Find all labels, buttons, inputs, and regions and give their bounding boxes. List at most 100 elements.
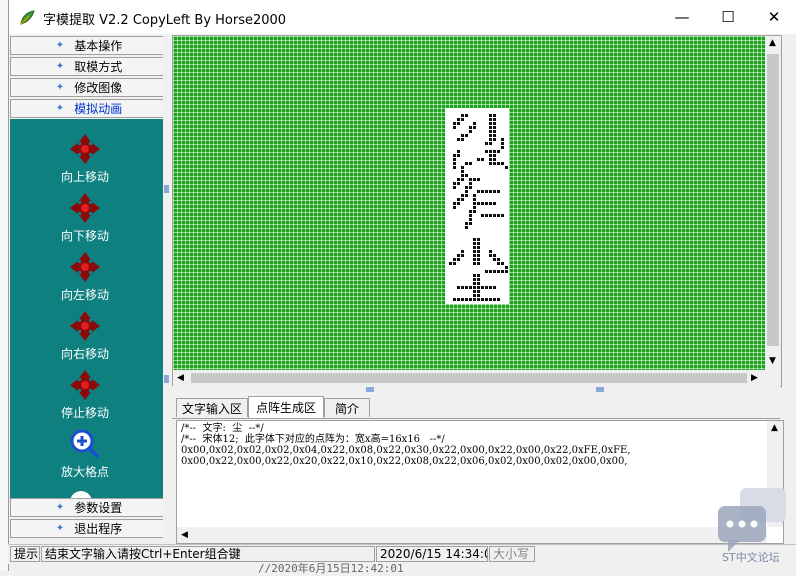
glyph-pixel: [473, 294, 476, 297]
glyph-pixel: [465, 222, 468, 225]
glyph-pixel: [477, 190, 480, 193]
maximize-button[interactable]: ☐: [705, 0, 751, 34]
status-caps: 大小写: [489, 546, 535, 562]
splitter-grip: [164, 185, 169, 193]
glyph-pixel: [481, 202, 484, 205]
menu-exit[interactable]: ✦ 退出程序: [10, 519, 168, 538]
glyph-pixel: [477, 282, 480, 285]
glyph-pixel: [469, 210, 472, 213]
glyph-pixel: [489, 286, 492, 289]
glyph-pixel: [477, 158, 480, 161]
glyph-pixel: [481, 158, 484, 161]
tab-matrix-output[interactable]: 点阵生成区: [248, 396, 324, 418]
glyph-pixel: [473, 254, 476, 257]
glyph-pixel: [465, 186, 468, 189]
glyph-pixel: [461, 298, 464, 301]
tab-bar: 文字输入区 点阵生成区 简介: [172, 396, 780, 419]
glyph-pixel: [457, 178, 460, 181]
glyph-pixel: [493, 214, 496, 217]
move-right-button[interactable]: 向右移动: [10, 310, 160, 362]
glyph-pixel: [465, 298, 468, 301]
glyph-pixel: [453, 202, 456, 205]
glyph-pixel: [477, 178, 480, 181]
glyph-pixel: [477, 286, 480, 289]
glyph-pixel: [473, 282, 476, 285]
menu-mode[interactable]: ✦ 取模方式: [10, 57, 168, 76]
diamond-icon: ✦: [55, 502, 65, 513]
stop-move-button[interactable]: 停止移动: [10, 369, 160, 421]
glyph-pixel: [481, 298, 484, 301]
vertical-scroll-thumb[interactable]: [767, 54, 779, 346]
glyph-pixel: [489, 138, 492, 141]
glyph-pixel: [469, 286, 472, 289]
move-left-button[interactable]: 向左移动: [10, 251, 160, 303]
glyph-pixel: [473, 194, 476, 197]
horizontal-scroll-thumb[interactable]: [191, 373, 747, 383]
glyph-pixel: [481, 286, 484, 289]
code-line: 0x00,0x02,0x02,0x02,0x04,0x22,0x08,0x22,…: [181, 445, 631, 456]
glyph-pixel: [485, 270, 488, 273]
horizontal-splitter[interactable]: [172, 386, 780, 394]
glyph-pixel: [457, 202, 460, 205]
vertical-splitter[interactable]: [163, 35, 170, 544]
splitter-grip: [366, 387, 374, 392]
glyph-pixel: [489, 162, 492, 165]
glyph-pixel: [501, 262, 504, 265]
glyph-pixel: [473, 122, 476, 125]
glyph-pixel: [473, 206, 476, 209]
scroll-left-icon[interactable]: ◀: [177, 373, 184, 383]
glyph-pixel: [501, 270, 504, 273]
menu-basic-ops[interactable]: ✦ 基本操作: [10, 36, 168, 55]
glyph-pixel: [465, 162, 468, 165]
scroll-down-icon[interactable]: ▼: [769, 356, 776, 366]
scroll-up-icon[interactable]: ▲: [771, 423, 778, 433]
move-down-button[interactable]: 向下移动: [10, 192, 160, 244]
matrix-horizontal-scrollbar[interactable]: ◀ ▶: [173, 370, 765, 386]
zoom-grid-button[interactable]: 放大格点: [10, 428, 160, 480]
menu-settings[interactable]: ✦ 参数设置: [10, 498, 168, 517]
glyph-pixel: [473, 274, 476, 277]
glyph-pixel: [473, 238, 476, 241]
tab-text-input[interactable]: 文字输入区: [176, 398, 248, 417]
glyph-pixel: [493, 298, 496, 301]
menu-edit-image[interactable]: ✦ 修改图像: [10, 78, 168, 97]
close-button[interactable]: ✕: [751, 0, 796, 34]
glyph-pixel: [465, 226, 468, 229]
glyph-pixel: [465, 114, 468, 117]
diamond-icon: ✦: [55, 103, 65, 114]
tab-about[interactable]: 简介: [324, 398, 370, 417]
glyph-pixel: [453, 154, 456, 157]
move-arrows-icon: [70, 193, 100, 223]
scroll-up-icon[interactable]: ▲: [769, 38, 776, 48]
glyph-pixel: [493, 122, 496, 125]
minimize-button[interactable]: —: [659, 0, 705, 34]
diamond-icon: ✦: [55, 82, 65, 93]
glyph-pixel: [501, 138, 504, 141]
output-horizontal-scrollbar[interactable]: ◀: [177, 527, 767, 543]
title-bar[interactable]: 字模提取 V2.2 CopyLeft By Horse2000 — ☐ ✕: [9, 0, 796, 34]
glyph-pixel: [493, 154, 496, 157]
splitter-grip: [164, 375, 169, 383]
scroll-left-icon[interactable]: ◀: [181, 530, 188, 540]
matrix-vertical-scrollbar[interactable]: ▲ ▼: [765, 36, 781, 370]
glyph-pixel: [489, 158, 492, 161]
scroll-right-icon[interactable]: ▶: [751, 373, 758, 383]
move-up-button[interactable]: 向上移动: [10, 133, 160, 185]
move-arrows-icon: [70, 252, 100, 282]
matrix-output-textarea[interactable]: /*-- 文字: 尘 --*/ /*-- 宋体12; 此字体下对应的点阵为：宽x…: [176, 420, 784, 544]
glyph-pixel: [477, 298, 480, 301]
glyph-pixel: [489, 142, 492, 145]
glyph-pixel: [489, 254, 492, 257]
glyph-pixel: [461, 174, 464, 177]
glyph-pixel: [477, 238, 480, 241]
menu-animation[interactable]: ✦ 模拟动画: [10, 99, 168, 118]
glyph-pixel: [501, 162, 504, 165]
glyph-pixel: [477, 294, 480, 297]
glyph-pixel: [461, 250, 464, 253]
glyph-pixel: [473, 262, 476, 265]
glyph-pixel: [477, 258, 480, 261]
glyph-pixel: [481, 190, 484, 193]
glyph-pixel: [457, 154, 460, 157]
left-panel: ✦ 基本操作 ✦ 取模方式 ✦ 修改图像 ✦ 模拟动画 向上移动 向下移动 向左移动 向…: [10, 35, 170, 544]
glyph-pixel: [481, 214, 484, 217]
